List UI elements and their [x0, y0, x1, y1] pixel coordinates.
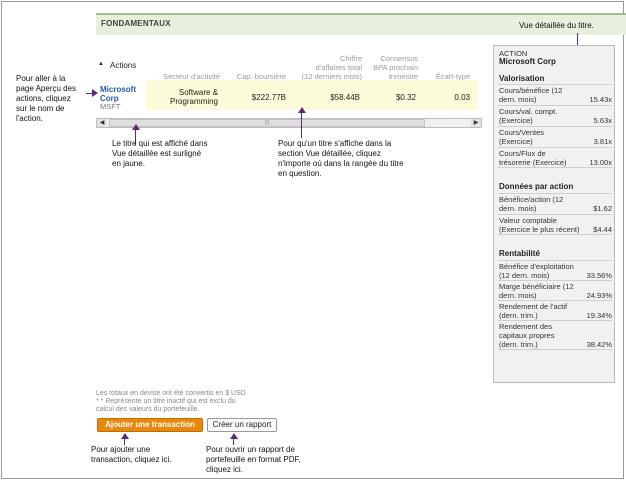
arrow-head-right-icon: [92, 89, 98, 97]
detail-row: Bénéfice d'exploitation (12 dern. mois) 3…: [498, 260, 612, 280]
detail-row: Cours/bénéfice (12 dern. mois) 15.43x: [498, 84, 612, 104]
cell-revenue: $58.44B: [330, 93, 360, 102]
section-title: FONDAMENTAUX: [101, 19, 171, 28]
valuation-title: Valorisation: [499, 74, 545, 83]
cell-sector: Software & Programming: [169, 88, 218, 106]
per-share-title: Données par action: [499, 182, 574, 191]
annotation-stock-link: Pour aller à la page Aperçu des actions,…: [16, 74, 77, 123]
cell-stddev: 0.03: [454, 93, 470, 102]
create-report-button[interactable]: Créer un rapport: [207, 418, 277, 432]
arrow-head-up-icon: [230, 433, 238, 439]
horizontal-scrollbar[interactable]: ◀ ||| ▶: [96, 118, 482, 128]
currency-note: Les totaux en devise ont été convertis e…: [96, 390, 246, 397]
arrow-head-up-icon: [298, 107, 306, 113]
annotation-select-row: Pour qu'un titre s'affiche dans la secti…: [278, 139, 404, 178]
screenshot-frame: FONDAMENTAUX Vue détaillée du titre. Pou…: [1, 1, 626, 479]
detail-row: Rendement des capitaux propres (dern. trim…: [498, 320, 612, 350]
cell-eps: $0.32: [395, 93, 416, 102]
annotation-pdf-report: Pour ouvrir un rapport de portefeuille e…: [206, 445, 301, 474]
detail-row: Valeur comptable (Exercice le plus récent…: [498, 214, 612, 235]
add-transaction-button[interactable]: Ajouter une transaction: [97, 418, 203, 432]
detail-row: Cours/val. compt. (Exercice) 5.63x: [498, 105, 612, 125]
detail-row: Rendement de l'actif (dern. trim.) 19.34%: [498, 300, 612, 320]
detail-company-name: Microsoft Corp: [499, 57, 556, 66]
profitability-title: Rentabilité: [499, 249, 540, 258]
inactive-note: * * Représente un titre inactif qui est …: [96, 398, 236, 413]
detail-row: Bénéfice/action (12 dern. mois) $1.62: [498, 193, 612, 213]
annotation-add-transaction: Pour ajouter une transaction, cliquez ic…: [91, 445, 172, 464]
cell-market-cap: $222.77B: [251, 93, 286, 102]
scroll-left-icon[interactable]: ◀: [97, 119, 107, 127]
detail-row: Cours/Ventes (Exercice) 3.81x: [498, 126, 612, 146]
column-header-eps[interactable]: Consensus BPA prochain trimestre: [362, 54, 418, 81]
detail-row: Marge bénéficiaire (12 dern. mois) 24.93%: [498, 280, 612, 300]
scroll-thumb[interactable]: |||: [109, 119, 425, 127]
scroll-right-icon[interactable]: ▶: [471, 119, 481, 127]
sort-up-icon[interactable]: ▲: [98, 61, 104, 67]
stock-ticker: MSFT: [100, 102, 121, 111]
arrow-head-up-icon: [121, 433, 129, 439]
arrow-head-up-icon: [132, 124, 140, 130]
annotation-highlight: Le titre qui est affiché dans Vue détail…: [112, 139, 208, 168]
stock-name-link[interactable]: Microsoft Corp: [100, 85, 136, 103]
column-header-revenue[interactable]: Chiffre d'affaires total (12 derniers mo…: [292, 54, 362, 81]
annotation-detail-view: Vue détaillée du titre.: [519, 21, 594, 30]
detail-panel: ACTION Microsoft Corp Valorisation Cours…: [493, 45, 615, 383]
detail-row: Cours/Flux de trésorerie (Exercice) 13.00…: [498, 147, 612, 168]
arrow-select-row: [301, 112, 302, 138]
column-header-actions[interactable]: Actions: [110, 61, 136, 70]
